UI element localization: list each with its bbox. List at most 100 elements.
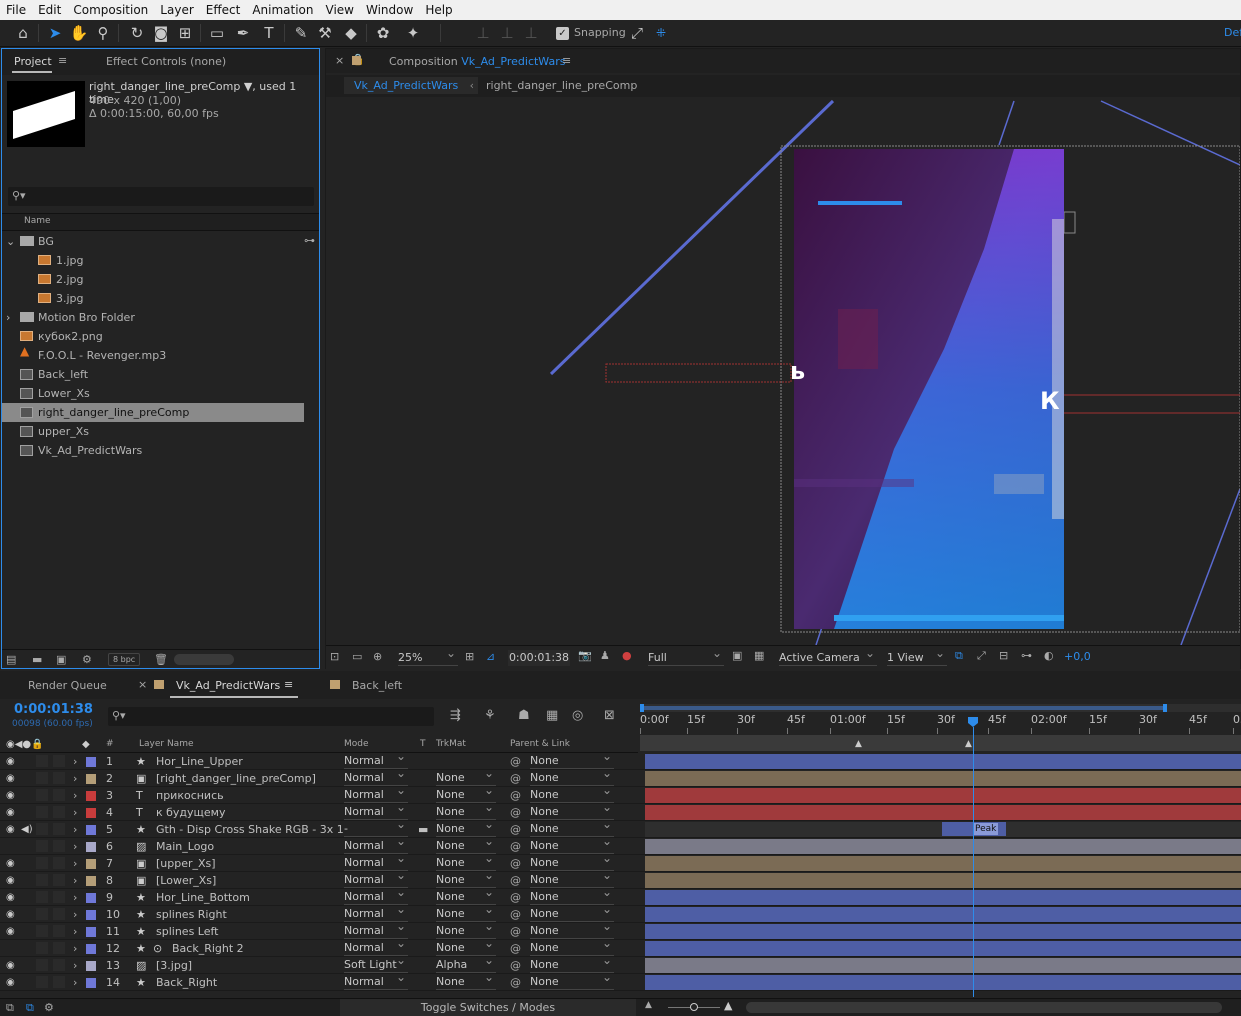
- timeline-zoom-handle[interactable]: [690, 1003, 698, 1011]
- comp-marker-icon[interactable]: ▲: [965, 739, 972, 749]
- zoom-in-icon[interactable]: ▲: [724, 999, 732, 1012]
- rectangle-tool-icon[interactable]: ▭: [206, 23, 228, 43]
- interpret-footage-icon[interactable]: ▤: [6, 653, 16, 666]
- label-color-swatch[interactable]: [86, 757, 96, 767]
- layer-name[interactable]: [3.jpg]: [156, 957, 192, 974]
- label-color-swatch[interactable]: [86, 961, 96, 971]
- twirl-icon[interactable]: ›: [6, 308, 10, 327]
- label-color-swatch[interactable]: [86, 910, 96, 920]
- flowchart-icon[interactable]: ⊶: [304, 234, 315, 247]
- label-color-swatch[interactable]: [86, 927, 96, 937]
- layer-duration-bar[interactable]: [645, 975, 1241, 990]
- menu-view[interactable]: View: [320, 3, 360, 17]
- menu-help[interactable]: Help: [419, 3, 458, 17]
- pick-whip-icon[interactable]: @: [510, 872, 521, 889]
- eye-icon[interactable]: ◉: [6, 821, 15, 838]
- fast-previews-icon[interactable]: ▣: [732, 649, 742, 662]
- thumbnail-size-slider[interactable]: [174, 654, 234, 665]
- solo-toggle[interactable]: [36, 823, 48, 835]
- comp-tab[interactable]: Composition Vk_Ad_PredictWars: [389, 55, 565, 68]
- comp-menu-icon[interactable]: ≡: [562, 54, 571, 67]
- breadcrumb-next[interactable]: right_danger_line_preComp: [486, 79, 637, 92]
- bpc-button[interactable]: 8 bpc: [108, 653, 141, 666]
- pick-whip-icon[interactable]: @: [510, 804, 521, 821]
- breadcrumb-active[interactable]: Vk_Ad_PredictWars ‹: [344, 77, 478, 94]
- composition-mini-flowchart-icon[interactable]: ⇶: [450, 708, 461, 723]
- solo-toggle[interactable]: [36, 755, 48, 767]
- playhead-line[interactable]: [973, 727, 974, 997]
- solo-toggle[interactable]: [36, 959, 48, 971]
- layer-duration-bar[interactable]: [645, 873, 1241, 888]
- world-axis-icon[interactable]: ⊥: [496, 23, 518, 43]
- layer-duration-bar[interactable]: [645, 805, 1241, 820]
- pick-whip-icon[interactable]: @: [510, 906, 521, 923]
- menu-window[interactable]: Window: [360, 3, 419, 17]
- view-axis-icon[interactable]: ⊥: [520, 23, 542, 43]
- lock-toggle[interactable]: [53, 823, 65, 835]
- label-color-swatch[interactable]: [86, 774, 96, 784]
- lock-toggle[interactable]: [53, 755, 65, 767]
- layer-duration-bar[interactable]: [645, 941, 1241, 956]
- pick-whip-icon[interactable]: @: [510, 923, 521, 940]
- layer-duration-bar[interactable]: [645, 924, 1241, 939]
- eye-icon[interactable]: ◉: [6, 889, 15, 906]
- usage-dropdown-icon[interactable]: ▼: [244, 80, 252, 93]
- solo-toggle[interactable]: [36, 891, 48, 903]
- frame-blending-icon[interactable]: ▦: [546, 708, 558, 723]
- menu-file[interactable]: File: [0, 3, 32, 17]
- layer-row[interactable]: ◉›2▣[right_danger_line_preComp]NormalNon…: [0, 766, 1241, 787]
- project-item[interactable]: upper_Xs: [2, 422, 304, 441]
- exposure-value[interactable]: +0,0: [1064, 650, 1091, 663]
- lock-toggle[interactable]: [53, 976, 65, 988]
- solo-toggle[interactable]: [36, 925, 48, 937]
- label-color-swatch[interactable]: [86, 876, 96, 886]
- lock-toggle[interactable]: [53, 942, 65, 954]
- twirl-icon[interactable]: ›: [73, 957, 77, 974]
- comp-marker-icon[interactable]: ▲: [855, 739, 862, 749]
- twirl-icon[interactable]: ›: [73, 838, 77, 855]
- eye-icon[interactable]: ◉: [6, 906, 15, 923]
- toggle-view-icon[interactable]: ⧉: [955, 649, 963, 663]
- label-color-swatch[interactable]: [86, 978, 96, 988]
- lock-toggle[interactable]: [53, 874, 65, 886]
- type-tool-icon[interactable]: T: [258, 23, 280, 43]
- eye-icon[interactable]: ◉: [6, 770, 15, 787]
- work-area-bar[interactable]: [640, 704, 1241, 712]
- project-item[interactable]: Back_left: [2, 365, 304, 384]
- zoom-tool-icon[interactable]: ⚲: [92, 23, 114, 43]
- label-color-swatch[interactable]: [86, 842, 96, 852]
- lock-toggle[interactable]: [53, 806, 65, 818]
- rotate-tool-icon[interactable]: ↻: [126, 23, 148, 43]
- solo-toggle[interactable]: [36, 874, 48, 886]
- pick-whip-icon[interactable]: @: [510, 753, 521, 770]
- layer-duration-bar[interactable]: [645, 958, 1241, 973]
- twirl-icon[interactable]: ›: [73, 906, 77, 923]
- snap-option-icon[interactable]: ⤢: [626, 23, 648, 43]
- tab-timeline-comp[interactable]: Vk_Ad_PredictWars: [176, 679, 280, 692]
- layer-row[interactable]: ◉›13▨[3.jpg]Soft LightAlpha@None: [0, 953, 1241, 974]
- project-item[interactable]: 1.jpg: [2, 251, 304, 270]
- layer-switches-icon[interactable]: ⧉: [6, 1001, 14, 1015]
- project-item[interactable]: 3.jpg: [2, 289, 304, 308]
- layer-row[interactable]: ◉›10★splines RightNormalNone@None: [0, 902, 1241, 923]
- new-folder-icon[interactable]: ▬: [32, 653, 42, 666]
- parent-dropdown[interactable]: None: [530, 970, 614, 990]
- region-of-interest-icon[interactable]: ⊿: [486, 650, 495, 663]
- layer-name[interactable]: splines Left: [156, 923, 219, 940]
- twirl-icon[interactable]: ›: [73, 923, 77, 940]
- pick-whip-icon[interactable]: @: [510, 787, 521, 804]
- project-item[interactable]: ⌄ BG: [2, 232, 304, 251]
- menu-animation[interactable]: Animation: [246, 3, 319, 17]
- close-tab-icon[interactable]: ×: [335, 54, 344, 67]
- snap-grid-icon[interactable]: ⁜: [650, 23, 672, 43]
- tab-project[interactable]: Project: [14, 55, 52, 68]
- layer-duration-bar[interactable]: [645, 754, 1241, 769]
- hand-tool-icon[interactable]: ✋: [68, 23, 90, 43]
- project-item[interactable]: 2.jpg: [2, 270, 304, 289]
- motion-blur-icon[interactable]: ◎: [572, 708, 583, 723]
- transparency-grid-icon[interactable]: ▦: [754, 649, 764, 662]
- layer-row[interactable]: ◉ ◀) › 5 ★ Gth - Disp Cross Shake RGB - 3x 1-…: [0, 817, 1241, 838]
- layer-duration-bar[interactable]: [645, 839, 1241, 854]
- twirl-icon[interactable]: ›: [73, 889, 77, 906]
- comp-viewer[interactable]: ь К: [326, 99, 1240, 645]
